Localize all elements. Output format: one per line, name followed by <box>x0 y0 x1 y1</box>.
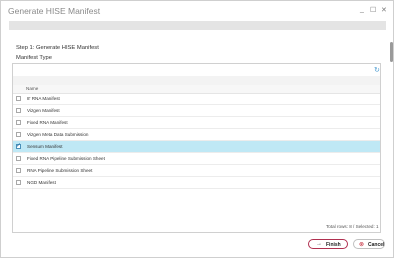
row-label: NGD Manifest <box>27 180 56 185</box>
step-title: Step 1: Generate HISE Manifest <box>16 45 99 51</box>
manifest-type-label: Manifest Type <box>16 55 52 61</box>
table-row[interactable]: NGD Manifest <box>13 177 380 189</box>
row-label: RNA Pipeline Submission Sheet <box>27 168 93 173</box>
minimize-icon[interactable]: _ <box>360 6 364 13</box>
finish-label: Finish <box>326 242 341 248</box>
row-label: Fixed RNA Manifest <box>27 120 68 125</box>
finish-button[interactable]: → Finish <box>308 239 348 249</box>
maximize-icon[interactable]: ☐ <box>370 6 376 14</box>
row-label: 8' RNA Manifest <box>27 96 60 101</box>
row-checkbox[interactable] <box>16 120 21 125</box>
table-row[interactable]: Vizgen Meta Data Submission <box>13 129 380 141</box>
scrollbar-thumb[interactable] <box>390 42 393 62</box>
progress-bar <box>9 21 386 30</box>
cancel-button[interactable]: ⊗ Cancel <box>353 239 385 249</box>
table-row[interactable]: Fixed RNA Manifest <box>13 117 380 129</box>
row-label: Fixed RNA Pipeline Submission Sheet <box>27 156 105 161</box>
generate-hise-manifest-dialog: Generate HISE Manifest _ ☐ ✕ Step 1: Gen… <box>0 0 394 258</box>
row-label: Sensum Manifest <box>27 144 63 149</box>
cancel-icon: ⊗ <box>359 242 365 248</box>
dialog-title: Generate HISE Manifest <box>8 6 101 16</box>
vertical-scrollbar[interactable] <box>390 40 394 255</box>
arrow-right-icon: → <box>316 241 322 247</box>
table-row[interactable]: RNA Pipeline Submission Sheet <box>13 165 380 177</box>
row-checkbox[interactable] <box>16 132 21 137</box>
table-row-selected[interactable]: ✓ Sensum Manifest <box>13 141 380 153</box>
checkmark-icon: ✓ <box>16 143 22 149</box>
row-checkbox[interactable] <box>16 156 21 161</box>
close-icon[interactable]: ✕ <box>381 6 387 14</box>
grid-filter-bar: ▼ <box>13 76 381 93</box>
column-header-name[interactable]: Name <box>26 86 38 91</box>
grid-totals: Total rows: 8 / Selected: 1 <box>326 224 379 229</box>
row-checkbox[interactable] <box>16 96 21 101</box>
row-checkbox-checked[interactable]: ✓ <box>16 143 22 149</box>
refresh-icon[interactable]: ↻ <box>374 66 380 74</box>
manifest-type-grid: ↻ ▼ Name 8' RNA Manifest Vizgen Manifest… <box>12 63 381 233</box>
table-row[interactable]: 8' RNA Manifest <box>13 93 380 105</box>
title-bar: Generate HISE Manifest _ ☐ ✕ <box>1 1 393 21</box>
row-checkbox[interactable] <box>16 180 21 185</box>
table-row[interactable]: Vizgen Manifest <box>13 105 380 117</box>
row-label: Vizgen Meta Data Submission <box>27 132 89 137</box>
row-checkbox[interactable] <box>16 108 21 113</box>
row-checkbox[interactable] <box>16 168 21 173</box>
table-row[interactable]: Fixed RNA Pipeline Submission Sheet <box>13 153 380 165</box>
cancel-label: Cancel <box>368 242 385 248</box>
row-label: Vizgen Manifest <box>27 108 60 113</box>
